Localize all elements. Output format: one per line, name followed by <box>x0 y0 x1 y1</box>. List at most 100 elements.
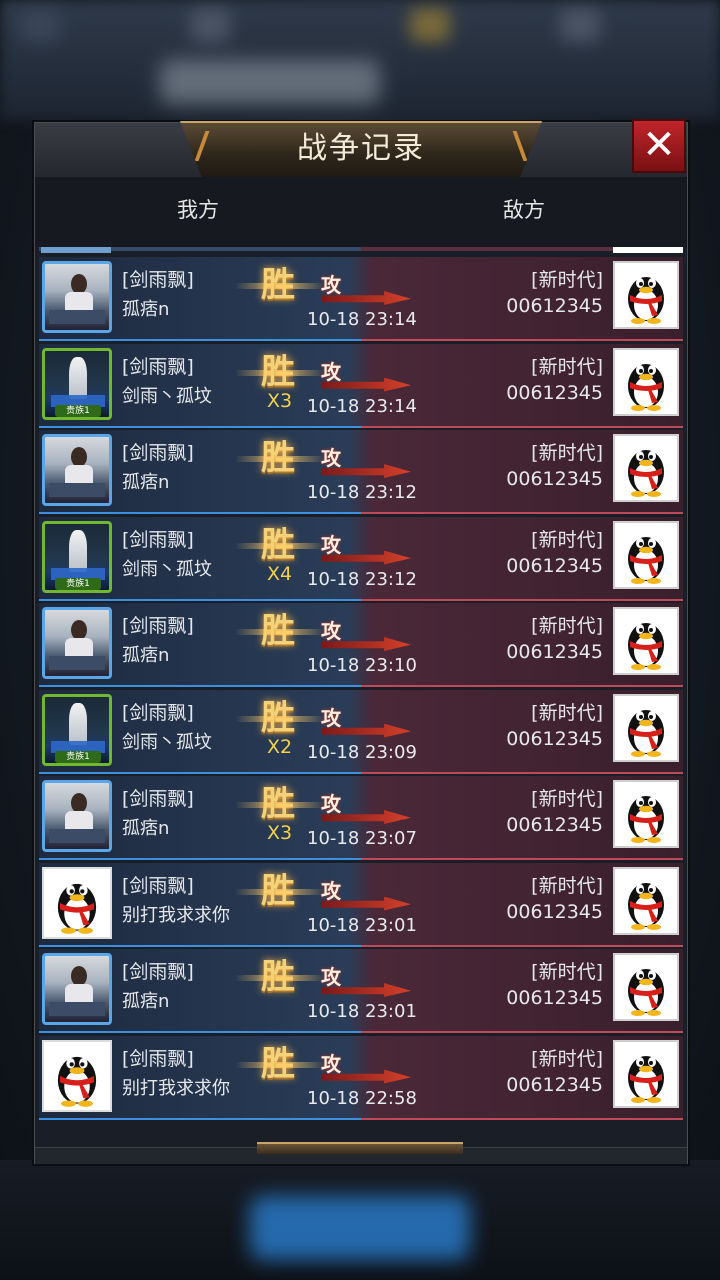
battle-time: 10-18 23:01 <box>307 1001 417 1022</box>
avatar[interactable] <box>42 434 112 506</box>
victory-label: 胜 <box>235 352 325 392</box>
record-row[interactable]: [剑雨飘] 孤痞n 胜 攻 10-18 23:14 [新时代] 00612345 <box>39 257 683 341</box>
attack-label: 攻 <box>321 705 341 730</box>
avatar-figure <box>71 274 87 294</box>
enemy-avatar[interactable] <box>613 866 679 935</box>
enemy-avatar[interactable] <box>613 607 679 675</box>
penguin-icon <box>628 277 664 324</box>
attack-label: 攻 <box>321 359 341 384</box>
enemy-id: 00612345 <box>506 987 603 1009</box>
enemy-avatar[interactable] <box>613 261 679 329</box>
victory-label: 胜 <box>235 611 325 651</box>
enemy-avatar[interactable] <box>613 693 679 762</box>
ally-guild: [剑雨飘] <box>122 1047 194 1070</box>
multiplier-label: X3 <box>267 822 293 844</box>
victory-label: 胜 <box>235 871 325 911</box>
victory-label: 胜 <box>235 784 325 824</box>
avatar <box>613 247 683 253</box>
penguin-icon <box>628 969 664 1016</box>
avatar-figure <box>69 702 87 745</box>
avatar[interactable] <box>42 780 112 852</box>
attack-label: 攻 <box>321 619 341 643</box>
avatar[interactable] <box>42 953 112 1025</box>
attack-label: 攻 <box>321 878 341 903</box>
enemy-guild: [新时代] <box>531 701 603 724</box>
enemy-guild: [新时代] <box>531 355 603 378</box>
avatar[interactable]: 贵族1 <box>42 347 112 420</box>
avatar[interactable]: 贵族1 <box>42 693 112 766</box>
battle-time: 10-18 23:07 <box>307 828 417 849</box>
penguin-icon <box>628 709 664 757</box>
avatar[interactable] <box>42 261 112 333</box>
enemy-guild: [新时代] <box>531 528 603 551</box>
record-row[interactable]: [剑雨飘] 孤痞n 胜 X3 攻 10-18 23:07 [新时代] 00612… <box>39 776 683 860</box>
enemy-id: 00612345 <box>506 727 603 750</box>
background-icon-blurred <box>560 8 600 42</box>
ally-player-name: 孤痞n <box>122 818 170 839</box>
attack-label: 攻 <box>321 1051 341 1076</box>
avatar[interactable] <box>42 607 112 679</box>
record-row[interactable]: [剑雨飘] 孤痞n 胜 攻 10-18 23:01 [新时代] 00612345 <box>39 949 683 1033</box>
record-row[interactable]: [剑雨飘] 孤痞n 胜 攻 10-18 23:12 [新时代] 00612345 <box>39 430 683 514</box>
penguin-icon <box>628 882 664 930</box>
attack-indicator: 攻 <box>321 961 411 997</box>
avatar-desk <box>49 1002 105 1016</box>
enemy-avatar[interactable] <box>613 434 679 502</box>
record-row[interactable]: 贵族1 [剑雨飘] 剑雨丶孤坟 胜 X2 攻 10-18 23:09 [新时代]… <box>39 689 683 774</box>
avatar-figure <box>71 447 87 467</box>
battle-time: 10-18 23:14 <box>307 395 417 417</box>
footer-ornament <box>257 1142 463 1154</box>
record-row[interactable]: 贵族1 [剑雨飘] 剑雨丶孤坟 胜 X4 攻 10-18 23:12 [新时代]… <box>39 516 683 601</box>
record-row[interactable]: 贵族1 [剑雨飘] 剑雨丶孤坟 胜 X3 攻 10-18 23:14 [新时代]… <box>39 343 683 428</box>
penguin-icon <box>628 1055 664 1103</box>
attack-indicator: 攻 <box>321 702 411 738</box>
avatar-desk <box>49 829 105 843</box>
multiplier-label: X4 <box>267 562 293 585</box>
avatar-figure <box>69 356 87 399</box>
enemy-id: 00612345 <box>506 1073 603 1096</box>
attack-label: 攻 <box>321 273 341 297</box>
penguin-icon <box>57 883 97 934</box>
attack-indicator: 攻 <box>321 529 411 565</box>
avatar-figure <box>71 793 87 813</box>
enemy-avatar[interactable] <box>613 347 679 416</box>
noble-badge: 贵族1 <box>55 577 101 590</box>
column-header-enemy: 敌方 <box>361 177 687 247</box>
avatar-desk <box>49 656 105 670</box>
enemy-guild: [新时代] <box>531 269 603 291</box>
enemy-avatar[interactable] <box>613 780 679 848</box>
enemy-avatar[interactable] <box>613 953 679 1021</box>
avatar[interactable] <box>42 1039 112 1112</box>
attack-indicator: 攻 <box>321 442 411 478</box>
enemy-id: 00612345 <box>506 900 603 923</box>
enemy-guild: [新时代] <box>531 961 603 983</box>
record-row[interactable]: [剑雨飘] 别打我求求你 胜 攻 10-18 22:58 [新时代] 00612… <box>39 1035 683 1120</box>
close-button[interactable]: ✕ <box>632 119 686 173</box>
attack-indicator: 攻 <box>321 615 411 651</box>
record-list[interactable]: [剑雨飘] 孤痞n 胜 攻 10-18 23:14 [新时代] 00612345… <box>39 247 683 1147</box>
victory-label: 胜 <box>235 438 325 478</box>
ally-guild: [剑雨飘] <box>122 788 194 810</box>
list-item-partial <box>39 247 683 253</box>
dialog-title: 战争记录 <box>297 131 425 166</box>
avatar-figure <box>69 529 87 572</box>
avatar[interactable] <box>42 866 112 939</box>
record-row[interactable]: [剑雨飘] 别打我求求你 胜 攻 10-18 23:01 [新时代] 00612… <box>39 862 683 947</box>
enemy-avatar[interactable] <box>613 1039 679 1108</box>
enemy-id: 00612345 <box>506 381 603 404</box>
penguin-icon <box>628 450 664 497</box>
battle-time: 10-18 22:58 <box>307 1087 417 1109</box>
avatar[interactable]: 贵族1 <box>42 520 112 593</box>
penguin-icon <box>628 623 664 670</box>
record-row[interactable]: [剑雨飘] 孤痞n 胜 攻 10-18 23:10 [新时代] 00612345 <box>39 603 683 687</box>
ally-guild: [剑雨飘] <box>122 269 194 291</box>
ally-player-name: 孤痞n <box>122 645 170 666</box>
attack-indicator: 攻 <box>321 875 411 911</box>
enemy-guild: [新时代] <box>531 874 603 897</box>
ally-player-name: 孤痞n <box>122 299 170 320</box>
enemy-guild: [新时代] <box>531 442 603 464</box>
enemy-avatar[interactable] <box>613 520 679 589</box>
ally-player-name: 别打我求求你 <box>122 904 230 926</box>
victory-label: 胜 <box>235 1044 325 1084</box>
dialog-footer <box>35 1142 687 1164</box>
